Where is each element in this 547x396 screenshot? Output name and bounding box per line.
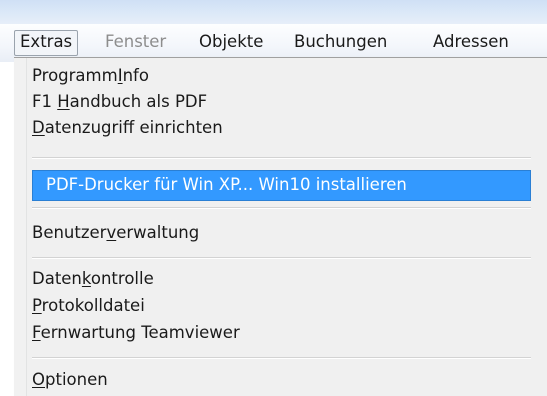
menu-adressen[interactable]: Adressen: [427, 30, 515, 56]
menu-item-label: atenzugriff einrichten: [44, 118, 223, 137]
menu-item-fernwartung[interactable]: Fernwartung Teamviewer: [32, 319, 240, 347]
menu-item-handbuch-pdf[interactable]: F1 Handbuch als PDF: [32, 88, 207, 116]
menu-item-label: Daten: [32, 269, 82, 288]
menu-icon-gutter: [14, 58, 27, 396]
menu-separator: [32, 157, 531, 159]
menu-item-benutzerverwaltung[interactable]: Benutzerverwaltung: [32, 219, 199, 247]
menu-separator: [32, 207, 531, 209]
menu-item-label: ernwartung Teamviewer: [40, 323, 240, 342]
accelerator-key: P: [32, 296, 42, 315]
accelerator-key: H: [57, 92, 70, 111]
accelerator-key: F: [32, 323, 41, 342]
menu-item-label: ontrolle: [90, 269, 154, 288]
menu-item-protokolldatei[interactable]: Protokolldatei: [32, 292, 145, 320]
accelerator-key: D: [32, 118, 45, 137]
menu-item-label: rotokolldatei: [41, 296, 145, 315]
menu-item-label: ptionen: [45, 370, 108, 389]
menu-extras[interactable]: Extras: [14, 30, 79, 56]
menu-item-datenzugriff[interactable]: Datenzugriff einrichten: [32, 114, 223, 142]
menu-item-label: andbuch als PDF: [69, 92, 208, 111]
menu-item-label: Programm: [32, 66, 118, 85]
application-window: Extras Fenster Objekte Buchungen Adresse…: [0, 0, 547, 396]
menu-item-pdf-drucker[interactable]: PDF-Drucker für Win XP... Win10 installi…: [46, 171, 407, 199]
menu-objekte[interactable]: Objekte: [193, 30, 269, 56]
menu-item-programminfo[interactable]: ProgrammInfo: [32, 62, 149, 90]
accelerator-key: O: [32, 370, 45, 389]
accelerator-key: k: [81, 269, 91, 288]
menu-buchungen[interactable]: Buchungen: [288, 30, 393, 56]
menu-item-label: Benutzer: [32, 223, 107, 242]
menu-separator: [32, 257, 531, 259]
menu-item-label: erwaltung: [116, 223, 200, 242]
menu-item-datenkontrolle[interactable]: Datenkontrolle: [32, 265, 154, 293]
menu-fenster[interactable]: Fenster: [99, 30, 172, 56]
accelerator-key: v: [106, 223, 117, 242]
menu-item-label: F1: [32, 92, 58, 111]
menu-item-optionen[interactable]: Optionen: [32, 366, 108, 394]
window-title-strip: [0, 0, 547, 24]
menu-item-label: nfo: [122, 66, 149, 85]
menu-separator: [32, 357, 531, 359]
